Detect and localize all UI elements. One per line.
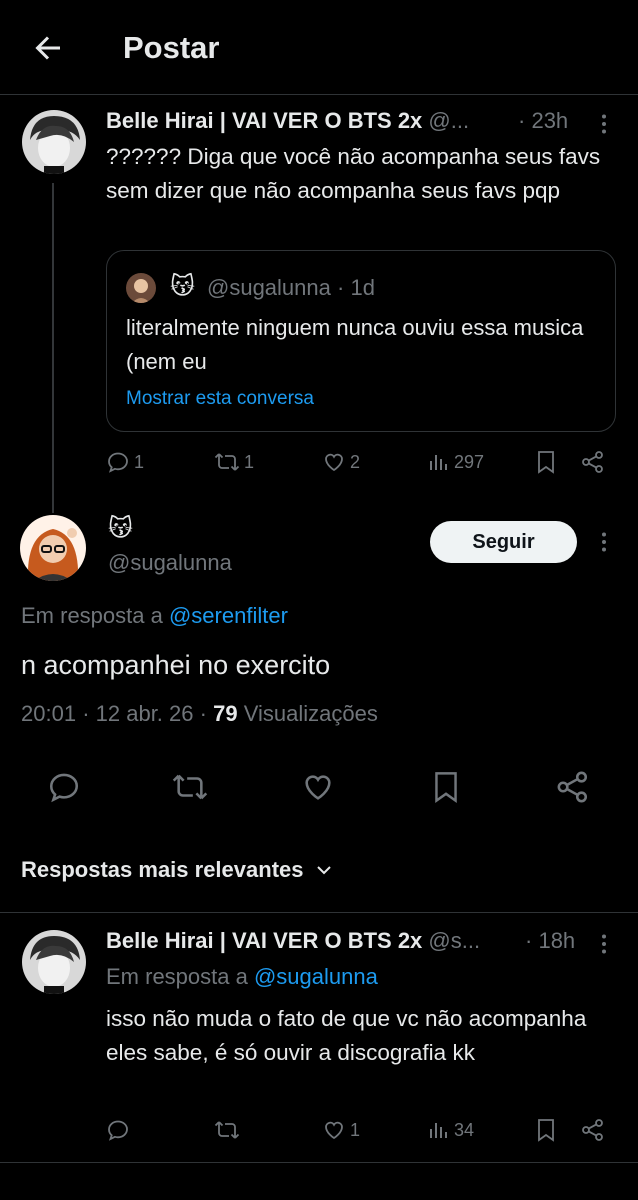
- repost-icon: [214, 450, 240, 474]
- post-header: Belle Hirai | VAI VER O BTS 2x @...: [106, 108, 469, 134]
- reply-button[interactable]: 1: [106, 450, 144, 474]
- like-button[interactable]: 2: [322, 450, 360, 474]
- back-arrow-icon[interactable]: [30, 30, 66, 66]
- post-actions: [0, 770, 638, 810]
- repost-button[interactable]: 1: [214, 450, 254, 474]
- post-text: ?????? Diga que você não acompanha seus …: [106, 144, 601, 203]
- views-button[interactable]: 34: [428, 1118, 474, 1142]
- views-count: 79: [213, 701, 238, 726]
- views-button[interactable]: 297: [428, 450, 484, 474]
- reply-icon: [106, 450, 130, 474]
- repost-button[interactable]: [171, 770, 209, 804]
- reply-context: Em resposta a @serenfilter: [21, 603, 288, 628]
- bookmark-icon: [431, 770, 461, 804]
- post-time: · 18h: [525, 928, 576, 953]
- post-actions: 1 1 2 297: [0, 448, 638, 480]
- replies-sort-label: Respostas mais relevantes: [21, 857, 304, 882]
- avatar[interactable]: [22, 110, 86, 174]
- section-divider: [0, 1162, 638, 1163]
- quote-handle: @sugalunna: [207, 275, 331, 300]
- repost-icon: [214, 1118, 240, 1142]
- share-icon: [581, 1118, 605, 1142]
- bookmark-icon: [535, 450, 557, 474]
- bookmark-button[interactable]: [431, 770, 461, 804]
- like-count: 1: [350, 1119, 361, 1140]
- quote-header: @sugalunna · 1d: [207, 275, 375, 300]
- post-text: n acompanhei no exercito: [21, 650, 331, 680]
- heart-icon: [322, 1118, 346, 1142]
- repost-button[interactable]: [214, 1118, 244, 1142]
- like-button[interactable]: [301, 770, 335, 804]
- display-name[interactable]: Belle Hirai | VAI VER O BTS 2x: [106, 108, 422, 133]
- share-icon: [556, 770, 590, 804]
- handle[interactable]: @...: [428, 108, 469, 133]
- views-label: Visualizações: [243, 701, 378, 726]
- post-header: Belle Hirai | VAI VER O BTS 2x @s...: [106, 928, 480, 954]
- repost-count: 1: [244, 451, 255, 472]
- share-button[interactable]: [556, 770, 590, 804]
- like-count: 2: [350, 451, 361, 472]
- reply-to-link[interactable]: @serenfilter: [169, 603, 288, 628]
- bookmark-icon: [535, 1118, 557, 1142]
- reply-context: Em resposta a @sugalunna: [106, 964, 378, 989]
- quote-avatar: [126, 273, 156, 303]
- post-date: 12 abr. 26: [95, 701, 194, 726]
- quote-emoji: 😽: [170, 273, 196, 300]
- analytics-icon: [428, 1118, 450, 1142]
- post-text: isso não muda o fato de que vc não acomp…: [106, 1006, 587, 1065]
- avatar[interactable]: [20, 515, 86, 581]
- chevron-down-icon: [314, 860, 334, 880]
- reply-count: 1: [134, 451, 145, 472]
- like-button[interactable]: 1: [322, 1118, 360, 1142]
- header-divider: [0, 94, 638, 95]
- quote-text: literalmente ninguem nunca ouviu essa mu…: [126, 315, 584, 374]
- handle[interactable]: @s...: [428, 928, 480, 953]
- bookmark-button[interactable]: [535, 450, 557, 474]
- share-button[interactable]: [581, 1118, 605, 1142]
- avatar[interactable]: [22, 930, 86, 994]
- quote-time: 1d: [350, 275, 375, 300]
- handle[interactable]: @sugalunna: [108, 550, 232, 576]
- views-count: 297: [454, 451, 485, 472]
- more-options-icon[interactable]: [592, 530, 616, 554]
- views-count: 34: [454, 1119, 475, 1140]
- bookmark-button[interactable]: [535, 1118, 557, 1142]
- user-emoji: 😽: [108, 515, 134, 542]
- reply-button[interactable]: [47, 770, 81, 804]
- heart-icon: [322, 450, 346, 474]
- more-options-icon[interactable]: [592, 112, 616, 136]
- display-name[interactable]: Belle Hirai | VAI VER O BTS 2x: [106, 928, 422, 953]
- replies-sort-dropdown[interactable]: Respostas mais relevantes: [21, 857, 334, 883]
- post-actions: 1 34: [0, 1116, 638, 1148]
- page-title: Postar: [123, 30, 220, 65]
- repost-icon: [171, 770, 209, 804]
- analytics-icon: [428, 450, 450, 474]
- reply-to-link[interactable]: @sugalunna: [254, 964, 378, 989]
- share-icon: [581, 450, 605, 474]
- reply-button[interactable]: [106, 1118, 134, 1142]
- post-meta: 20:01 · 12 abr. 26 · 79 Visualizações: [21, 701, 378, 726]
- post-time: 20:01: [21, 701, 77, 726]
- reply-icon: [47, 770, 81, 804]
- follow-button[interactable]: Seguir: [430, 521, 577, 563]
- more-options-icon[interactable]: [592, 932, 616, 956]
- post-time: · 23h: [518, 108, 569, 133]
- share-button[interactable]: [581, 450, 605, 474]
- reply-icon: [106, 1118, 130, 1142]
- section-divider: [0, 912, 638, 913]
- heart-icon: [301, 770, 335, 804]
- show-conversation-link[interactable]: Mostrar esta conversa: [126, 388, 314, 410]
